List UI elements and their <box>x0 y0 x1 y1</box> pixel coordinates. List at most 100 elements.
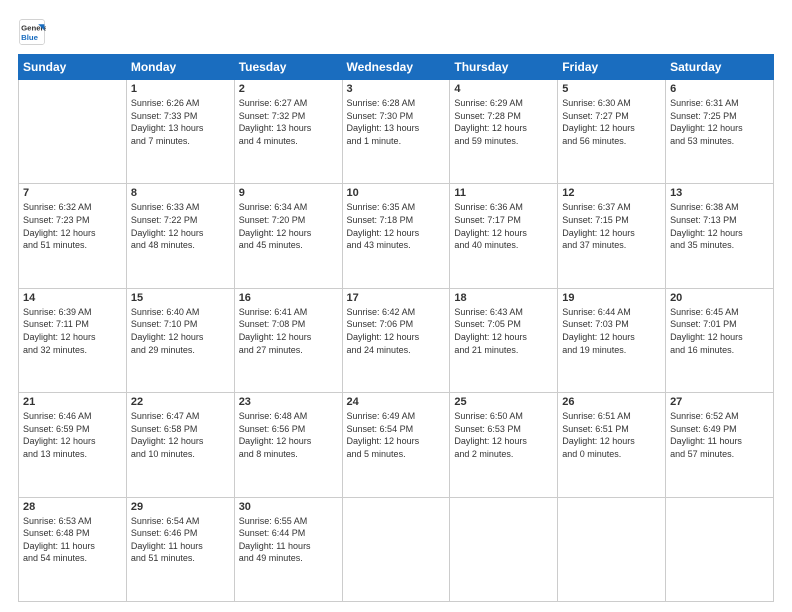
day-number: 12 <box>562 187 661 199</box>
calendar-cell: 10 Sunrise: 6:35 AM Sunset: 7:18 PM Dayli… <box>342 184 450 288</box>
calendar-cell: 15 Sunrise: 6:40 AM Sunset: 7:10 PM Dayli… <box>126 288 234 392</box>
day-number: 15 <box>131 292 230 304</box>
calendar-cell <box>19 80 127 184</box>
page: General Blue SundayMondayTuesdayWednesda… <box>0 0 792 612</box>
calendar-row-0: 1Sunrise: 6:26 AM Sunset: 7:33 PM Daylig… <box>19 80 774 184</box>
calendar-cell: 11 Sunrise: 6:36 AM Sunset: 7:17 PM Dayli… <box>450 184 558 288</box>
calendar-cell: 17Sunrise: 6:42 AM Sunset: 7:06 PM Dayli… <box>342 288 450 392</box>
header: General Blue <box>18 18 774 46</box>
day-number: 21 <box>23 396 122 408</box>
day-number: 8 <box>131 187 230 199</box>
day-info: Sunrise: 6:37 AM Sunset: 7:15 PM Dayligh… <box>562 201 661 251</box>
day-info: Sunrise: 6:38 AM Sunset: 7:13 PM Dayligh… <box>670 201 769 251</box>
day-number: 14 <box>23 292 122 304</box>
day-info: Sunrise: 6:48 AM Sunset: 6:56 PM Dayligh… <box>239 410 338 460</box>
calendar-cell: 12 Sunrise: 6:37 AM Sunset: 7:15 PM Dayli… <box>558 184 666 288</box>
day-number: 29 <box>131 501 230 513</box>
day-info: Sunrise: 6:36 AM Sunset: 7:17 PM Dayligh… <box>454 201 553 251</box>
day-number: 18 <box>454 292 553 304</box>
col-header-friday: Friday <box>558 55 666 80</box>
calendar-cell: 19Sunrise: 6:44 AM Sunset: 7:03 PM Dayli… <box>558 288 666 392</box>
day-info: Sunrise: 6:32 AM Sunset: 7:23 PM Dayligh… <box>23 201 122 251</box>
day-info: Sunrise: 6:52 AM Sunset: 6:49 PM Dayligh… <box>670 410 769 460</box>
day-info: Sunrise: 6:51 AM Sunset: 6:51 PM Dayligh… <box>562 410 661 460</box>
logo-icon: General Blue <box>18 18 46 46</box>
day-info: Sunrise: 6:39 AM Sunset: 7:11 PM Dayligh… <box>23 306 122 356</box>
day-info: Sunrise: 6:46 AM Sunset: 6:59 PM Dayligh… <box>23 410 122 460</box>
calendar-cell: 27Sunrise: 6:52 AM Sunset: 6:49 PM Dayli… <box>666 393 774 497</box>
calendar-cell: 29 Sunrise: 6:54 AM Sunset: 6:46 PM Dayli… <box>126 497 234 601</box>
day-info: Sunrise: 6:55 AM Sunset: 6:44 PM Dayligh… <box>239 515 338 565</box>
col-header-saturday: Saturday <box>666 55 774 80</box>
day-number: 25 <box>454 396 553 408</box>
day-number: 3 <box>347 83 446 95</box>
calendar-cell: 28 Sunrise: 6:53 AM Sunset: 6:48 PM Dayli… <box>19 497 127 601</box>
day-number: 19 <box>562 292 661 304</box>
day-info: Sunrise: 6:31 AM Sunset: 7:25 PM Dayligh… <box>670 97 769 147</box>
calendar-cell: 25Sunrise: 6:50 AM Sunset: 6:53 PM Dayli… <box>450 393 558 497</box>
calendar-row-1: 7 Sunrise: 6:32 AM Sunset: 7:23 PM Daylig… <box>19 184 774 288</box>
day-number: 10 <box>347 187 446 199</box>
calendar-cell: 1Sunrise: 6:26 AM Sunset: 7:33 PM Daylig… <box>126 80 234 184</box>
calendar-row-2: 14 Sunrise: 6:39 AM Sunset: 7:11 PM Dayli… <box>19 288 774 392</box>
day-number: 22 <box>131 396 230 408</box>
col-header-tuesday: Tuesday <box>234 55 342 80</box>
calendar-table: SundayMondayTuesdayWednesdayThursdayFrid… <box>18 54 774 602</box>
day-info: Sunrise: 6:40 AM Sunset: 7:10 PM Dayligh… <box>131 306 230 356</box>
calendar-cell: 14 Sunrise: 6:39 AM Sunset: 7:11 PM Dayli… <box>19 288 127 392</box>
calendar-cell: 22Sunrise: 6:47 AM Sunset: 6:58 PM Dayli… <box>126 393 234 497</box>
calendar-cell: 7 Sunrise: 6:32 AM Sunset: 7:23 PM Daylig… <box>19 184 127 288</box>
day-info: Sunrise: 6:49 AM Sunset: 6:54 PM Dayligh… <box>347 410 446 460</box>
col-header-sunday: Sunday <box>19 55 127 80</box>
calendar-cell: 5 Sunrise: 6:30 AM Sunset: 7:27 PM Daylig… <box>558 80 666 184</box>
day-info: Sunrise: 6:42 AM Sunset: 7:06 PM Dayligh… <box>347 306 446 356</box>
day-info: Sunrise: 6:30 AM Sunset: 7:27 PM Dayligh… <box>562 97 661 147</box>
calendar-cell: 30 Sunrise: 6:55 AM Sunset: 6:44 PM Dayli… <box>234 497 342 601</box>
logo: General Blue <box>18 18 50 46</box>
day-info: Sunrise: 6:54 AM Sunset: 6:46 PM Dayligh… <box>131 515 230 565</box>
day-number: 30 <box>239 501 338 513</box>
day-number: 11 <box>454 187 553 199</box>
calendar-cell: 6 Sunrise: 6:31 AM Sunset: 7:25 PM Daylig… <box>666 80 774 184</box>
day-info: Sunrise: 6:34 AM Sunset: 7:20 PM Dayligh… <box>239 201 338 251</box>
calendar-cell: 2 Sunrise: 6:27 AM Sunset: 7:32 PM Daylig… <box>234 80 342 184</box>
calendar-cell: 21 Sunrise: 6:46 AM Sunset: 6:59 PM Dayli… <box>19 393 127 497</box>
day-info: Sunrise: 6:45 AM Sunset: 7:01 PM Dayligh… <box>670 306 769 356</box>
calendar-row-4: 28 Sunrise: 6:53 AM Sunset: 6:48 PM Dayli… <box>19 497 774 601</box>
day-info: Sunrise: 6:27 AM Sunset: 7:32 PM Dayligh… <box>239 97 338 147</box>
calendar-cell: 26 Sunrise: 6:51 AM Sunset: 6:51 PM Dayli… <box>558 393 666 497</box>
calendar-cell <box>558 497 666 601</box>
day-number: 6 <box>670 83 769 95</box>
day-number: 7 <box>23 187 122 199</box>
col-header-wednesday: Wednesday <box>342 55 450 80</box>
calendar-cell: 8 Sunrise: 6:33 AM Sunset: 7:22 PM Daylig… <box>126 184 234 288</box>
day-info: Sunrise: 6:28 AM Sunset: 7:30 PM Dayligh… <box>347 97 446 147</box>
header-row: SundayMondayTuesdayWednesdayThursdayFrid… <box>19 55 774 80</box>
day-info: Sunrise: 6:53 AM Sunset: 6:48 PM Dayligh… <box>23 515 122 565</box>
calendar-cell: 13 Sunrise: 6:38 AM Sunset: 7:13 PM Dayli… <box>666 184 774 288</box>
day-info: Sunrise: 6:29 AM Sunset: 7:28 PM Dayligh… <box>454 97 553 147</box>
calendar-cell: 23 Sunrise: 6:48 AM Sunset: 6:56 PM Dayli… <box>234 393 342 497</box>
calendar-cell <box>342 497 450 601</box>
day-number: 2 <box>239 83 338 95</box>
day-number: 4 <box>454 83 553 95</box>
day-number: 5 <box>562 83 661 95</box>
calendar-cell: 4 Sunrise: 6:29 AM Sunset: 7:28 PM Daylig… <box>450 80 558 184</box>
calendar-cell <box>666 497 774 601</box>
day-info: Sunrise: 6:33 AM Sunset: 7:22 PM Dayligh… <box>131 201 230 251</box>
calendar-cell: 24 Sunrise: 6:49 AM Sunset: 6:54 PM Dayli… <box>342 393 450 497</box>
day-info: Sunrise: 6:41 AM Sunset: 7:08 PM Dayligh… <box>239 306 338 356</box>
calendar-cell <box>450 497 558 601</box>
day-number: 23 <box>239 396 338 408</box>
day-number: 13 <box>670 187 769 199</box>
day-number: 16 <box>239 292 338 304</box>
calendar-cell: 3 Sunrise: 6:28 AM Sunset: 7:30 PM Daylig… <box>342 80 450 184</box>
day-info: Sunrise: 6:43 AM Sunset: 7:05 PM Dayligh… <box>454 306 553 356</box>
day-number: 1 <box>131 83 230 95</box>
day-number: 9 <box>239 187 338 199</box>
day-number: 24 <box>347 396 446 408</box>
day-info: Sunrise: 6:35 AM Sunset: 7:18 PM Dayligh… <box>347 201 446 251</box>
day-number: 28 <box>23 501 122 513</box>
calendar-cell: 16 Sunrise: 6:41 AM Sunset: 7:08 PM Dayli… <box>234 288 342 392</box>
day-number: 26 <box>562 396 661 408</box>
